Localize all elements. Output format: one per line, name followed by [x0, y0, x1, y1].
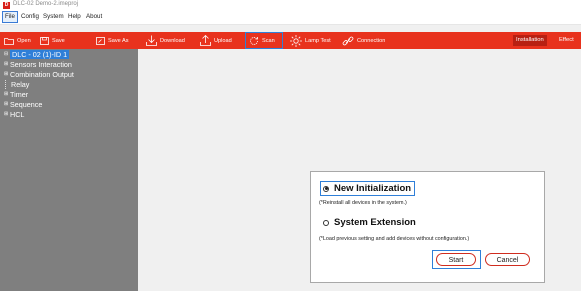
folder-icon: [4, 37, 14, 45]
upload-label: Upload: [214, 37, 232, 44]
system-extension-label: System Extension: [334, 217, 416, 228]
effect-tab[interactable]: Effect: [556, 35, 577, 46]
menu-bar: File Config System Help About: [0, 11, 581, 25]
system-extension-option[interactable]: System Extension: [323, 217, 416, 228]
tree-item-combination-output[interactable]: ⊞ Combination Output: [4, 70, 74, 79]
connection-label: Connection: [357, 37, 386, 44]
save-as-button[interactable]: Save As: [96, 32, 129, 49]
download-label: Download: [160, 37, 185, 44]
save-label: Save: [52, 37, 65, 44]
menu-help[interactable]: Help: [66, 12, 83, 22]
download-button[interactable]: Download: [146, 32, 185, 49]
menu-config[interactable]: Config: [19, 12, 41, 22]
tree-item-sequence[interactable]: ⊞ Sequence: [4, 100, 42, 109]
download-icon: [146, 35, 157, 46]
app-logo-icon: D: [3, 2, 10, 9]
window-title: DLC-02 Demo-2.imeproj: [13, 1, 79, 7]
menu-file[interactable]: File: [2, 11, 18, 23]
initialization-dialog: New Initialization (*Reinstall all devic…: [310, 171, 545, 283]
radio-unchecked-icon[interactable]: [323, 219, 329, 226]
connection-button[interactable]: Connection: [342, 32, 385, 49]
radio-dot: [324, 187, 328, 190]
title-bar: D DLC-02 Demo-2.imeproj: [0, 0, 581, 11]
system-extension-note: (*Load previous setting and add devices …: [319, 236, 470, 242]
open-button[interactable]: Open: [4, 32, 31, 49]
lamp-test-label: Lamp Test: [305, 37, 331, 44]
save-as-icon: [96, 36, 105, 45]
new-initialization-label: New Initialization: [334, 183, 412, 194]
open-label: Open: [17, 37, 31, 44]
upload-icon: [200, 35, 211, 46]
new-initialization-option[interactable]: New Initialization: [320, 181, 416, 196]
link-icon: [342, 36, 354, 45]
tree-item-relay[interactable]: Relay: [4, 80, 29, 89]
save-as-label: Save As: [108, 37, 129, 44]
lamp-test-button[interactable]: Lamp Test: [290, 32, 331, 49]
upload-button[interactable]: Upload: [200, 32, 232, 49]
scan-button[interactable]: Scan: [245, 32, 283, 49]
scan-icon: [250, 36, 258, 45]
toolbar: Open Save Save As Download Upload Scan L…: [0, 32, 581, 49]
tree-item-hcl[interactable]: ⊞ HCL: [4, 110, 24, 119]
start-button[interactable]: Start: [436, 253, 476, 266]
tree-item-sensors-interaction[interactable]: ⊞ Sensors Interaction: [4, 60, 72, 69]
lamp-icon: [290, 34, 302, 47]
save-icon: [40, 36, 49, 45]
tree-item-dlc[interactable]: ⊟ DLC - 02 (1)-ID 1: [4, 50, 70, 59]
installation-tab[interactable]: Installation: [513, 35, 547, 46]
device-tree: ⊟ DLC - 02 (1)-ID 1 ⊞ Sensors Interaction …: [0, 49, 138, 291]
menu-about[interactable]: About: [84, 12, 104, 22]
new-initialization-note: (*Reinstall all devices in the system.): [319, 200, 407, 206]
cancel-button[interactable]: Cancel: [485, 253, 530, 266]
radio-checked-icon[interactable]: [323, 185, 329, 192]
tree-item-timer[interactable]: ⊞ Timer: [4, 90, 28, 99]
menu-system[interactable]: System: [41, 12, 66, 22]
save-button[interactable]: Save: [40, 32, 65, 49]
scan-label: Scan: [262, 37, 275, 44]
